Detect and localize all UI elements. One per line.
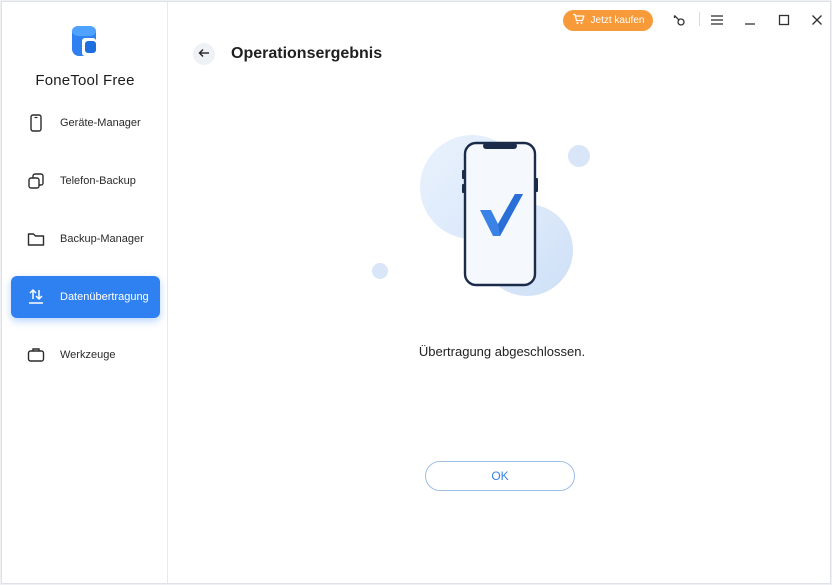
menu-icon[interactable] — [707, 10, 727, 30]
sidebar-nav: Geräte-Manager Telefon-Backup Backup-Man… — [2, 102, 168, 392]
ok-button[interactable]: OK — [425, 461, 575, 491]
sidebar-item-device-manager[interactable]: Geräte-Manager — [11, 102, 160, 144]
app-logo — [70, 24, 100, 58]
buy-now-label: Jetzt kaufen — [590, 15, 645, 26]
transfer-icon — [27, 288, 45, 306]
brand: FoneTool Free — [2, 24, 168, 89]
success-illustration — [362, 132, 602, 302]
minimize-icon[interactable] — [740, 10, 760, 30]
copy-icon — [27, 172, 45, 190]
phone-icon — [27, 114, 45, 132]
sidebar-item-backup-manager[interactable]: Backup-Manager — [11, 218, 160, 260]
sidebar-item-tools[interactable]: Werkzeuge — [11, 334, 160, 376]
sidebar-item-phone-backup[interactable]: Telefon-Backup — [11, 160, 160, 202]
app-name: FoneTool Free — [35, 72, 135, 89]
buy-now-button[interactable]: Jetzt kaufen — [563, 10, 653, 31]
key-icon[interactable] — [669, 10, 689, 30]
titlebar-divider — [699, 12, 700, 26]
sidebar: FoneTool Free Geräte-Manager Telefon-Bac… — [2, 2, 168, 583]
sidebar-item-label: Werkzeuge — [60, 349, 116, 361]
toolbox-icon — [27, 346, 45, 364]
page-title: Operationsergebnis — [231, 45, 383, 62]
result-message: Übertragung abgeschlossen. — [418, 344, 586, 359]
arrow-left-icon — [198, 45, 210, 63]
sidebar-item-label: Geräte-Manager — [60, 117, 141, 129]
close-icon[interactable] — [807, 10, 827, 30]
app-window: FoneTool Free Geräte-Manager Telefon-Bac… — [1, 1, 831, 584]
sidebar-item-data-transfer[interactable]: Datenübertragung — [11, 276, 160, 318]
back-button[interactable] — [193, 43, 215, 65]
sidebar-item-label: Telefon-Backup — [60, 175, 136, 187]
cart-icon — [572, 13, 585, 28]
sidebar-item-label: Backup-Manager — [60, 233, 144, 245]
folder-icon — [27, 230, 45, 248]
maximize-icon[interactable] — [774, 10, 794, 30]
sidebar-item-label: Datenübertragung — [60, 291, 149, 303]
